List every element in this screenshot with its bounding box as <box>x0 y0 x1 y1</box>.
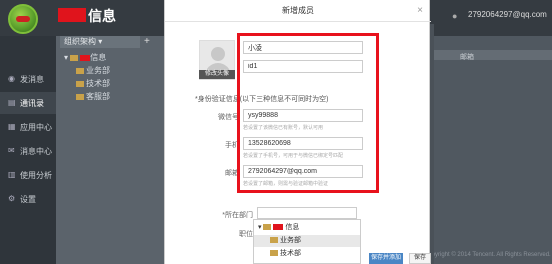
dropdown-item[interactable]: 业务部 <box>254 235 360 247</box>
phone-label: 手机 <box>225 142 239 149</box>
sidebar-item-contacts[interactable]: ▤ 通讯录 <box>0 92 56 114</box>
dropdown-item[interactable]: 技术部 <box>254 248 360 260</box>
save-button[interactable]: 保存 <box>409 253 431 264</box>
contacts-icon: ▤ <box>8 98 16 107</box>
modal-title: 新增成员 <box>165 0 431 22</box>
org-tree-pane: 组织架构 ▾ + ▾ 信息 业务部 技术部 客服部 <box>56 36 168 264</box>
sidebar-item-settings[interactable]: ⚙ 设置 <box>0 188 56 210</box>
brand-redacted-block <box>58 8 86 22</box>
dropdown-root[interactable]: ▾ 信息 <box>254 222 360 234</box>
close-icon[interactable]: × <box>417 5 423 16</box>
sidebar: ◉ 发消息 ▤ 通讯录 ▦ 应用中心 ✉ 消息中心 ▥ 使用分析 ⚙ 设置 <box>0 36 56 264</box>
sidebar-item-messages[interactable]: ✉ 消息中心 <box>0 140 56 162</box>
analytics-icon: ▥ <box>8 170 16 179</box>
settings-icon: ⚙ <box>8 194 16 203</box>
sidebar-item-apps[interactable]: ▦ 应用中心 <box>0 116 56 138</box>
brand-title: 信息 <box>88 8 116 24</box>
tree-item[interactable]: 客服部 <box>76 91 110 102</box>
email-column-header: 邮箱 <box>460 54 474 61</box>
position-label: 职位 <box>239 231 253 238</box>
scrollbar[interactable] <box>430 24 434 264</box>
tree-root[interactable]: ▾ 信息 <box>64 52 106 63</box>
wechat-label: 微信号 <box>218 114 239 121</box>
user-email[interactable]: 2792064297@qq.com <box>468 10 547 19</box>
copyright-footer: Copyright © 2014 Tencent. All Rights Res… <box>424 252 551 258</box>
save-and-add-next-button[interactable]: 保存并添加下一个 <box>369 253 403 264</box>
tree-item[interactable]: 技术部 <box>76 78 110 89</box>
user-icon[interactable]: ● <box>452 11 462 21</box>
send-icon: ◉ <box>8 74 15 83</box>
message-icon: ✉ <box>8 146 15 155</box>
add-member-modal: 新增成员 × 修改头像 *身份验证信息(以下三种信息不可同时为空) 微信号 若设… <box>164 0 431 264</box>
sidebar-item-send[interactable]: ◉ 发消息 <box>0 68 56 90</box>
org-selector[interactable]: 组织架构 ▾ <box>60 36 140 48</box>
dept-selector[interactable] <box>257 207 357 219</box>
tree-item[interactable]: 业务部 <box>76 65 110 76</box>
add-dept-icon[interactable]: + <box>144 36 150 47</box>
app-logo <box>8 4 38 34</box>
highlight-box <box>237 33 379 193</box>
dept-label: *所在部门 <box>222 212 253 219</box>
dept-dropdown: ▾ 信息 业务部 技术部 <box>253 219 361 264</box>
email-label: 邮箱 <box>225 170 239 177</box>
apps-icon: ▦ <box>8 122 16 131</box>
sidebar-item-analytics[interactable]: ▥ 使用分析 <box>0 164 56 186</box>
change-avatar-button[interactable]: 修改头像 <box>199 70 235 79</box>
